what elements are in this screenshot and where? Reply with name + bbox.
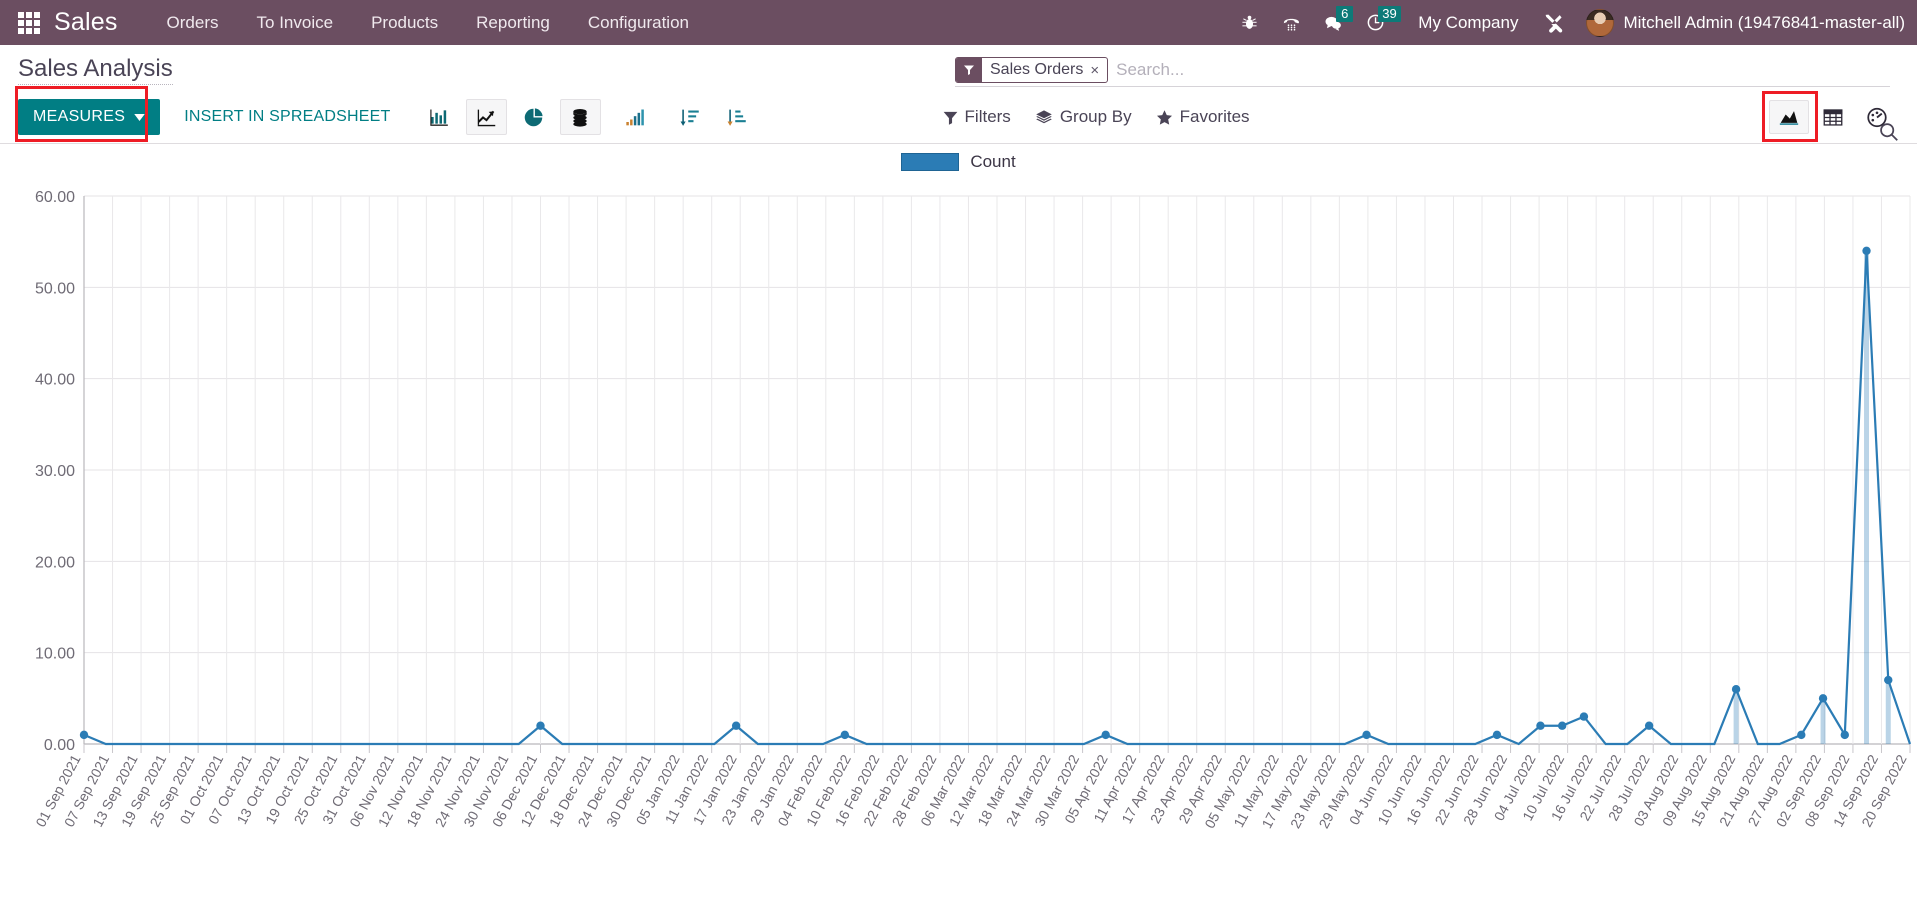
ascending-bars-icon[interactable] (615, 99, 656, 135)
y-axis-tick-label: 60.00 (35, 189, 75, 206)
favorites-label: Favorites (1179, 107, 1250, 126)
group-by-label: Group By (1059, 107, 1132, 126)
data-point[interactable] (1362, 730, 1371, 740)
area-chart-icon (1779, 111, 1799, 125)
nav-item-products[interactable]: Products (352, 0, 457, 45)
data-point[interactable] (1536, 721, 1545, 730)
tools-wrench-icon[interactable] (1532, 0, 1574, 45)
y-axis-tick-label: 10.00 (35, 646, 75, 663)
bar-chart-glyph (429, 109, 448, 126)
y-axis-tick-label: 20.00 (35, 554, 75, 571)
sort-asc-glyph (727, 109, 746, 126)
pie-chart-icon[interactable] (513, 99, 554, 135)
sort-desc-glyph (680, 109, 699, 126)
avatar[interactable] (1586, 8, 1615, 37)
pivot-view-button[interactable] (1813, 100, 1853, 134)
navbar-right-group: 6 39 My Company Mitchell Admin (19476841… (1228, 0, 1905, 45)
activities-count-badge: 39 (1378, 6, 1401, 22)
user-menu[interactable]: Mitchell Admin (19476841-master-all) (1623, 13, 1905, 33)
data-point[interactable] (1557, 721, 1567, 730)
y-axis-tick-label: 0.00 (44, 737, 75, 754)
data-point[interactable] (1492, 730, 1502, 740)
control-panel-top-row: Sales Analysis Sales Orders × (0, 45, 1917, 141)
filters-label: Filters (964, 107, 1011, 126)
measures-label: MEASURES (33, 108, 126, 125)
messages-icon[interactable]: 6 (1312, 0, 1354, 45)
view-switcher (1762, 91, 1899, 142)
bug-glyph (1242, 15, 1257, 29)
y-axis-tick-label: 40.00 (35, 372, 75, 389)
sort-ascending-icon[interactable] (717, 99, 758, 135)
wrench-screwdriver-glyph (1545, 14, 1563, 33)
insert-in-spreadsheet-button[interactable]: INSERT IN SPREADSHEET (184, 108, 390, 126)
activities-clock-icon[interactable]: 39 (1354, 0, 1401, 45)
funnel-glyph (964, 65, 974, 75)
group-by-button[interactable]: Group By (1035, 107, 1132, 127)
nav-item-to-invoice[interactable]: To Invoice (238, 0, 353, 45)
data-point[interactable] (1579, 712, 1589, 721)
close-icon[interactable]: × (1090, 58, 1107, 82)
voip-dialpad-icon[interactable] (1270, 0, 1312, 45)
apps-grid-icon[interactable] (16, 10, 42, 36)
line-chart-glyph (477, 109, 495, 126)
search-facet-label: Sales Orders (990, 61, 1084, 78)
data-point[interactable] (1818, 694, 1828, 703)
y-axis-tick-label: 50.00 (35, 280, 75, 297)
data-point[interactable] (79, 730, 89, 740)
data-point[interactable] (536, 721, 545, 730)
nav-item-configuration[interactable]: Configuration (569, 0, 708, 45)
database-stack-glyph (573, 108, 587, 127)
top-navbar: Sales Orders To Invoice Products Reporti… (0, 0, 1917, 45)
search-facet-sales-orders[interactable]: Sales Orders × (955, 57, 1109, 83)
star-icon (1156, 109, 1172, 125)
control-panel: Sales Analysis Sales Orders × MEASURES (0, 45, 1917, 144)
filter-funnel-icon (956, 58, 982, 82)
filters-button[interactable]: Filters (943, 107, 1011, 127)
gauge-dashboard-icon (1867, 107, 1887, 127)
graph-view-button[interactable] (1769, 100, 1809, 134)
pie-chart-glyph (524, 107, 543, 126)
cohort-view-button[interactable] (1857, 100, 1897, 134)
bug-icon[interactable] (1228, 0, 1270, 45)
messages-count-badge: 6 (1336, 6, 1354, 22)
ascending-bars-glyph (625, 109, 644, 126)
data-point[interactable] (1731, 685, 1741, 694)
funnel-icon (943, 111, 957, 125)
page-title[interactable]: Sales Analysis (18, 55, 173, 85)
sort-descending-icon[interactable] (670, 99, 711, 135)
favorites-button[interactable]: Favorites (1156, 107, 1250, 127)
data-point[interactable] (1884, 675, 1893, 685)
data-point[interactable] (1862, 246, 1871, 255)
table-grid-icon (1823, 108, 1843, 126)
control-panel-bottom-row: MEASURES INSERT IN SPREADSHEET Filters G… (0, 86, 1917, 143)
search-input[interactable] (1114, 59, 1890, 81)
caret-glyph (134, 114, 145, 121)
dialpad-glyph (1283, 18, 1299, 31)
layers-icon (1036, 109, 1052, 123)
chart-container: Count 0.00 10.00 20.00 30.00 40.00 50.00 60.00… (0, 144, 1917, 904)
data-point[interactable] (1797, 730, 1806, 740)
bar-chart-icon[interactable] (419, 99, 460, 135)
data-point[interactable] (1840, 730, 1849, 740)
search-bar: Sales Orders × (955, 57, 1890, 87)
nav-item-reporting[interactable]: Reporting (457, 0, 569, 45)
measures-button[interactable]: MEASURES (18, 99, 161, 135)
y-axis-tick-label: 30.00 (35, 463, 75, 480)
line-chart-plot[interactable]: 0.0010.0020.0030.0040.0050.0060.0001 Sep… (0, 144, 1917, 896)
nav-item-orders[interactable]: Orders (148, 0, 238, 45)
data-point[interactable] (840, 730, 850, 740)
company-switcher[interactable]: My Company (1396, 13, 1532, 33)
search-options-group: Filters Group By Favorites (943, 107, 1250, 127)
data-point[interactable] (1644, 721, 1654, 730)
line-chart-icon[interactable] (465, 99, 507, 135)
data-point[interactable] (1101, 730, 1110, 740)
data-point[interactable] (731, 721, 741, 730)
chevron-down-icon (134, 108, 145, 126)
stacked-database-icon[interactable] (559, 99, 601, 135)
app-brand-sales[interactable]: Sales (54, 8, 118, 37)
